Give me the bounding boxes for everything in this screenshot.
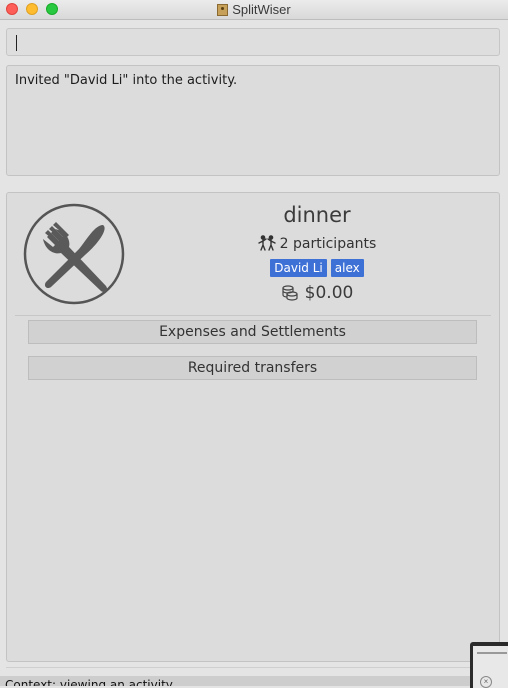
window-title-text: SplitWiser <box>232 2 291 17</box>
activity-name: dinner <box>283 203 351 227</box>
title-bar: SplitWiser <box>0 0 508 20</box>
close-icon[interactable]: × <box>480 676 492 688</box>
thumbnail-bar <box>477 652 507 654</box>
window-title: SplitWiser <box>0 2 508 17</box>
result-display: Invited "David Li" into the activity. <box>6 65 500 176</box>
result-message: Invited "David Li" into the activity. <box>15 73 238 88</box>
divider <box>15 315 491 316</box>
participant-tag: David Li <box>270 259 327 277</box>
people-icon <box>257 235 276 251</box>
participants-label: 2 participants <box>279 236 377 252</box>
required-transfers-button[interactable]: Required transfers <box>28 356 477 380</box>
amount-value: $0.00 <box>304 283 354 303</box>
coins-icon <box>282 285 298 301</box>
activity-panel: dinner 2 participants David Li alex $0.00… <box>6 192 500 662</box>
thumbnail-preview: × <box>473 646 508 688</box>
participant-tag: alex <box>330 259 364 277</box>
participant-tags: David Li alex <box>187 259 447 277</box>
fork-knife-icon <box>23 203 125 305</box>
participants-count: 2 participants <box>187 235 447 252</box>
activity-amount: $0.00 <box>187 283 447 303</box>
status-bar: Context: viewing an activity <box>0 676 508 686</box>
text-caret <box>16 35 17 51</box>
status-text: Context: viewing an activity <box>5 678 173 686</box>
expenses-settlements-button[interactable]: Expenses and Settlements <box>28 320 477 344</box>
screenshot-thumbnail[interactable]: × <box>470 642 508 688</box>
app-icon <box>217 4 229 16</box>
command-input[interactable] <box>6 28 500 56</box>
divider <box>6 667 500 668</box>
